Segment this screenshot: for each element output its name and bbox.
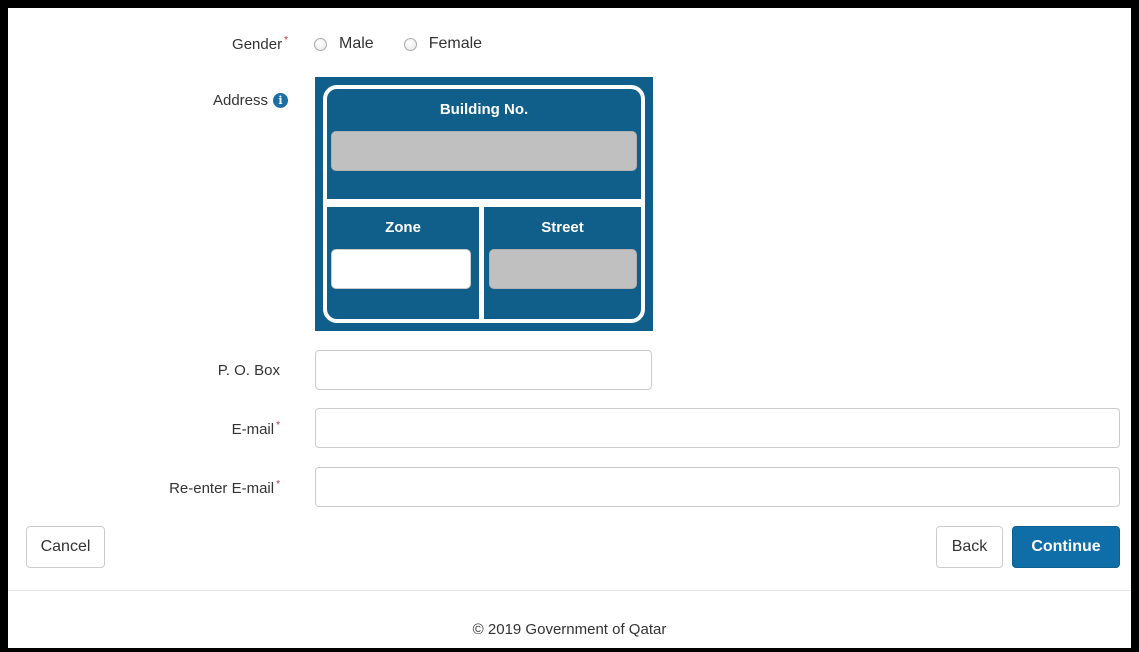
back-button[interactable]: Back — [936, 526, 1003, 568]
email-label: E-mail * — [231, 420, 280, 438]
registration-form: Gender * Male Female Address i Building No… — [8, 8, 1131, 648]
building-no-label: Building No. — [439, 101, 529, 118]
cancel-button[interactable]: Cancel — [26, 526, 105, 568]
address-plate-frame: Building No. Zone Street — [323, 85, 645, 323]
gender-option-male[interactable]: Male — [314, 35, 374, 53]
continue-button[interactable]: Continue — [1012, 526, 1120, 568]
email-confirm-label: Re-enter E-mail * — [169, 479, 280, 497]
address-label: Address i — [188, 92, 288, 109]
info-circle-icon[interactable]: i — [273, 93, 288, 108]
email-input[interactable] — [315, 408, 1120, 448]
gender-option-female[interactable]: Female — [403, 35, 482, 53]
street-label: Street — [541, 219, 584, 236]
copyright-text: © 2019 Government of Qatar — [472, 621, 667, 638]
page-footer: © 2019 Government of Qatar — [8, 590, 1131, 648]
po-box-input[interactable] — [315, 350, 652, 390]
required-mark: * — [276, 479, 280, 490]
street-field[interactable] — [489, 249, 637, 289]
radio-button[interactable] — [314, 37, 327, 51]
gender-radio-group: Male Female — [314, 35, 512, 53]
required-mark: * — [284, 35, 288, 46]
required-mark: * — [276, 420, 280, 431]
zone-label: Zone — [385, 219, 421, 236]
address-plate: Building No. Zone Street — [315, 77, 653, 331]
po-box-label: P. O. Box — [217, 362, 280, 379]
zone-field[interactable] — [331, 249, 471, 289]
building-no-field[interactable] — [331, 131, 637, 171]
gender-label: Gender * — [232, 35, 288, 53]
email-confirm-input[interactable] — [315, 467, 1120, 507]
plate-divider — [327, 199, 641, 207]
radio-button[interactable] — [403, 37, 417, 51]
